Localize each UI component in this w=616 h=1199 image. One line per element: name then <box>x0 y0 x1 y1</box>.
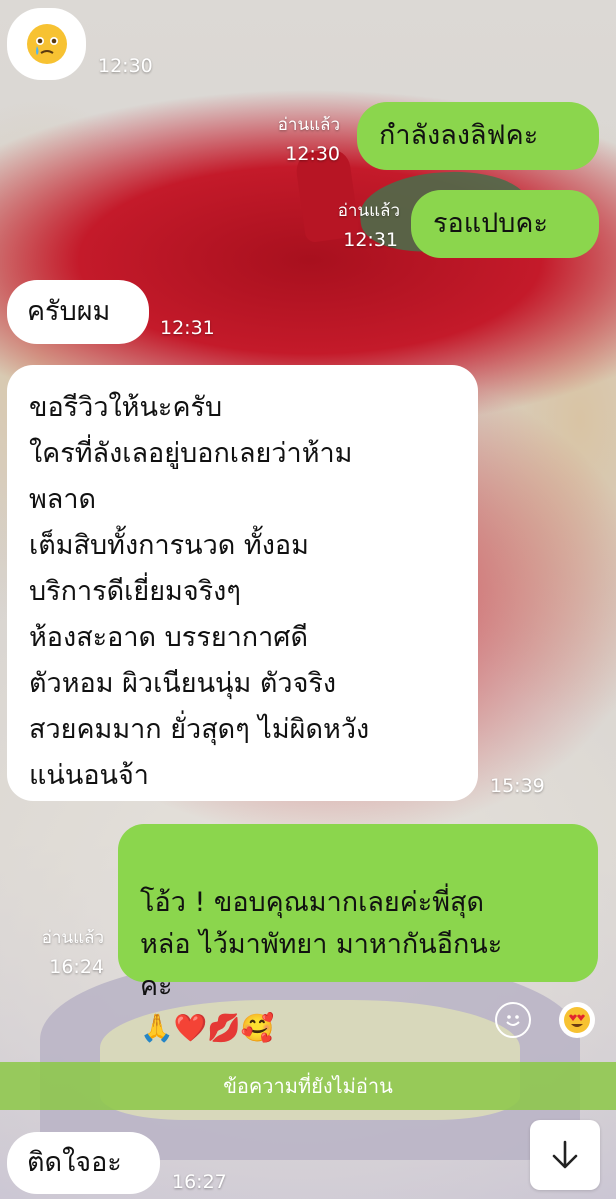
read-receipt: อ่านแล้ว <box>337 201 400 221</box>
incoming-message-bubble[interactable]: ขอรีวิวให้นะครับ ใครที่ลังเลอยู่บอกเลยว่… <box>7 365 478 801</box>
add-reaction-button[interactable] <box>495 1002 531 1038</box>
unread-messages-divider: ข้อความที่ยังไม่อ่าน <box>0 1062 616 1110</box>
kiss-mark-icon: 💋 <box>207 1013 241 1044</box>
arrow-down-icon <box>552 1140 578 1169</box>
read-receipt: อ่านแล้ว <box>277 115 340 135</box>
incoming-message-bubble[interactable]: ติดใจอะ <box>7 1132 160 1194</box>
message-time: 12:30 <box>98 55 153 77</box>
message-time: 12:31 <box>343 229 398 251</box>
message-time: 12:31 <box>160 317 215 339</box>
incoming-emoji-message[interactable] <box>7 8 86 80</box>
smiling-face-with-hearts-icon: 🥰 <box>240 1013 275 1044</box>
outgoing-message-bubble[interactable]: กำลังลงลิฟคะ <box>357 102 599 170</box>
message-time: 12:30 <box>285 143 340 165</box>
incoming-message-bubble[interactable]: ครับผม <box>7 280 149 344</box>
folded-hands-icon: 🙏 <box>140 1013 174 1044</box>
face-holding-back-tears-icon <box>26 24 67 64</box>
red-heart-icon: ❤️ <box>173 1013 208 1044</box>
read-receipt: อ่านแล้ว <box>41 928 104 948</box>
message-time: 16:24 <box>49 956 104 978</box>
message-time: 15:39 <box>490 775 545 797</box>
message-text: โอ้ว ! ขอบคุณมากเลยค่ะพี่สุด หล่อ ไว้มาพ… <box>140 887 503 1002</box>
scroll-to-bottom-button[interactable] <box>530 1120 600 1190</box>
message-reaction[interactable] <box>559 1002 595 1038</box>
heart-eyes-icon <box>564 1007 590 1033</box>
message-time: 16:27 <box>172 1171 227 1193</box>
background-scarf <box>40 960 580 1160</box>
smiley-outline-icon <box>506 1015 520 1026</box>
outgoing-message-bubble[interactable]: รอแปบคะ <box>411 190 599 258</box>
outgoing-message-bubble[interactable]: โอ้ว ! ขอบคุณมากเลยค่ะพี่สุด หล่อ ไว้มาพ… <box>118 824 598 1044</box>
